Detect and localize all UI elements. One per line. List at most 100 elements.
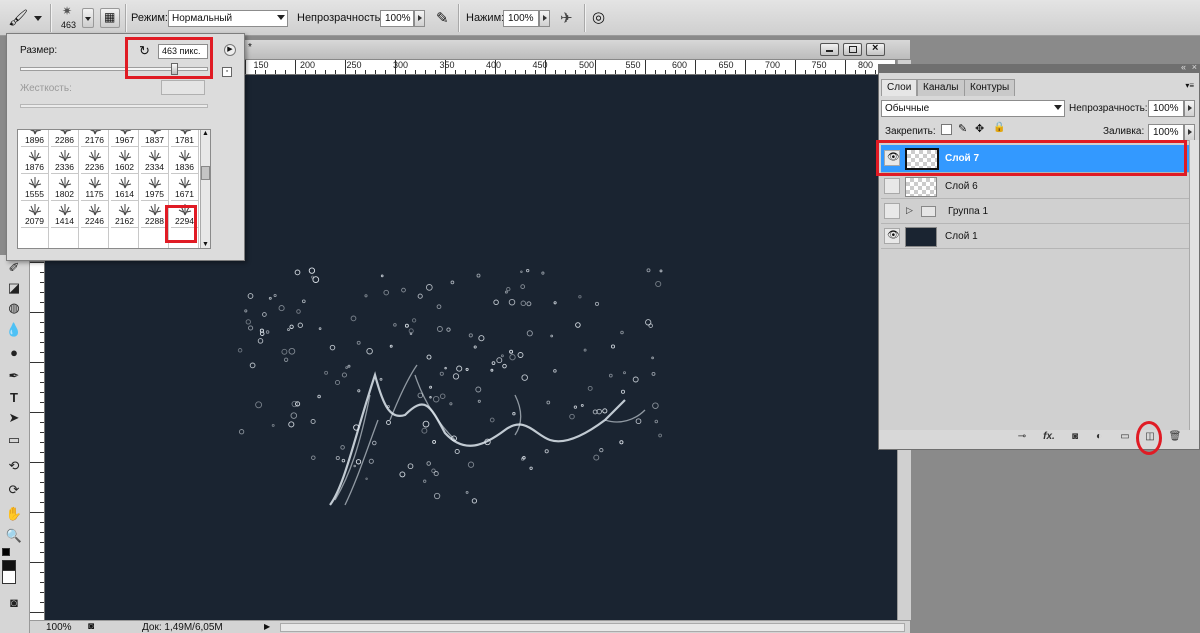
3d-orbit-icon[interactable]: ⟳ [5, 481, 23, 499]
brush-preset-1602[interactable]: 1602 [111, 147, 139, 174]
brush-preset-1967[interactable]: 1967 [111, 130, 139, 147]
maximize-button[interactable] [843, 43, 862, 56]
brush-preset-1876[interactable]: 1876 [21, 147, 49, 174]
brush-preset-partial[interactable] [21, 228, 49, 248]
type-tool-icon[interactable]: T [5, 388, 23, 406]
visibility-eye-icon[interactable]: 👁 [884, 228, 900, 244]
brush-preset-1802[interactable]: 1802 [51, 174, 79, 201]
lock-position-icon[interactable]: ✥ [975, 122, 984, 135]
brush-preset-1555[interactable]: 1555 [21, 174, 49, 201]
lock-pixels-icon[interactable]: ✎ [958, 122, 967, 135]
tablet-size-icon[interactable]: ◎ [592, 8, 612, 28]
visibility-eye-icon[interactable] [884, 203, 900, 219]
close-button[interactable]: × [866, 42, 885, 56]
opacity-slider-button[interactable] [414, 10, 425, 27]
minimize-button[interactable] [820, 43, 839, 56]
adjustment-layer-icon[interactable]: ◐ [1091, 431, 1107, 445]
layer-opacity-slider-button[interactable] [1184, 100, 1195, 117]
visibility-eye-icon[interactable] [884, 178, 900, 194]
panel-menu-icon[interactable]: ▾≡ [1185, 81, 1194, 90]
brush-panel-toggle-button[interactable]: ▦ [100, 8, 120, 28]
layer-name[interactable]: Слой 1 [945, 231, 978, 242]
layer-blend-mode-select[interactable]: Обычные [881, 100, 1065, 117]
brush-preset-1175[interactable]: 1175 [81, 174, 109, 201]
layers-scrollbar[interactable] [1189, 140, 1199, 430]
brush-tool-preset-picker[interactable]: 🖌 [8, 0, 46, 36]
lock-transparency-icon[interactable] [941, 124, 952, 135]
splash-droplet [599, 447, 604, 453]
status-arrow-icon[interactable]: ▶ [264, 622, 270, 631]
hand-tool-icon[interactable]: ✋ [5, 505, 23, 523]
zoom-tool-icon[interactable]: 🔍 [5, 527, 23, 545]
expand-group-icon[interactable]: ▷ [906, 205, 913, 216]
tab-channels[interactable]: Каналы [917, 79, 965, 96]
3d-rotate-icon[interactable]: ⟲ [5, 457, 23, 475]
flow-input[interactable]: 100% [503, 10, 539, 27]
tab-layers[interactable]: Слои [881, 79, 918, 96]
layer-name[interactable]: Слой 6 [945, 181, 978, 192]
scroll-up-icon[interactable]: ▲ [202, 130, 209, 137]
scroll-down-icon[interactable]: ▼ [202, 241, 209, 248]
flow-slider-button[interactable] [539, 10, 550, 27]
collapse-icon[interactable]: « [1181, 62, 1186, 72]
add-mask-icon[interactable]: ◙ [1067, 431, 1083, 445]
horizontal-scrollbar[interactable] [280, 623, 905, 632]
rectangle-tool-icon[interactable]: ▭ [5, 431, 23, 449]
fill-slider-button[interactable] [1184, 124, 1195, 141]
brush-preset-1896[interactable]: 1896 [21, 130, 49, 147]
save-preset-icon[interactable]: ▫ [222, 67, 232, 77]
brush-preset-2236[interactable]: 2236 [81, 147, 109, 174]
new-group-icon[interactable]: ▭ [1117, 431, 1133, 445]
popup-menu-icon[interactable]: ▶ [224, 44, 236, 56]
brush-size-preview[interactable]: ✷ 463 [58, 2, 80, 34]
layer-row-layer6[interactable]: Слой 6 [881, 175, 1189, 199]
lock-all-icon[interactable]: 🔒 [993, 122, 1005, 133]
preset-grid-scrollbar[interactable]: ▲ ▼ [200, 130, 210, 248]
layer-style-icon[interactable]: fx. [1041, 431, 1057, 445]
brush-tool-icon[interactable]: ✐ [5, 259, 23, 277]
layer-row-layer1[interactable]: 👁 Слой 1 [881, 225, 1189, 249]
brush-preset-2176[interactable]: 2176 [81, 130, 109, 147]
quick-mask-icon[interactable]: ◙ [5, 593, 23, 611]
blur-tool-icon[interactable]: 💧 [5, 321, 23, 339]
default-colors-icon[interactable] [2, 548, 10, 556]
brush-preset-2162[interactable]: 2162 [111, 201, 139, 228]
brush-preset-2336[interactable]: 2336 [51, 147, 79, 174]
opacity-input[interactable]: 100% [380, 10, 414, 27]
airbrush-icon[interactable]: ✈ [560, 9, 578, 27]
status-menu-icon[interactable]: ◙ [88, 621, 94, 632]
eraser-tool-icon[interactable]: ◪ [5, 279, 23, 297]
tab-paths[interactable]: Контуры [964, 79, 1016, 96]
layer-row-group1[interactable]: ▷ Группа 1 [881, 200, 1189, 224]
brush-preset-2286[interactable]: 2286 [51, 130, 79, 147]
blend-mode-select[interactable]: Нормальный [168, 10, 288, 27]
brush-preset-partial[interactable] [51, 228, 79, 248]
background-color-swatch[interactable] [2, 570, 16, 584]
brush-preset-partial[interactable] [81, 228, 109, 248]
brush-preset-2079[interactable]: 2079 [21, 201, 49, 228]
brush-picker-dropdown-button[interactable] [82, 8, 94, 28]
paint-bucket-icon[interactable]: ◍ [5, 299, 23, 317]
brush-preset-1781[interactable]: 1781 [171, 130, 199, 147]
brush-preset-1614[interactable]: 1614 [111, 174, 139, 201]
brush-preset-1671[interactable]: 1671 [171, 174, 199, 201]
zoom-level[interactable]: 100% [46, 622, 72, 633]
path-selection-icon[interactable]: ➤ [5, 409, 23, 427]
layer-opacity-input[interactable]: 100% [1148, 100, 1184, 117]
brush-preset-1975[interactable]: 1975 [141, 174, 169, 201]
pen-tool-icon[interactable]: ✒ [5, 367, 23, 385]
tablet-opacity-icon[interactable]: ✎ [436, 9, 454, 27]
brush-preset-1836[interactable]: 1836 [171, 147, 199, 174]
fill-input[interactable]: 100% [1148, 124, 1184, 141]
layer-name[interactable]: Группа 1 [948, 206, 988, 217]
dodge-tool-icon[interactable]: ● [5, 343, 23, 361]
brush-preset-2246[interactable]: 2246 [81, 201, 109, 228]
brush-preset-1414[interactable]: 1414 [51, 201, 79, 228]
scroll-thumb[interactable] [201, 166, 210, 180]
close-panel-icon[interactable]: × [1192, 62, 1197, 72]
brush-preset-1837[interactable]: 1837 [141, 130, 169, 147]
link-layers-icon[interactable]: ⊸ [1014, 431, 1030, 445]
brush-preset-2334[interactable]: 2334 [141, 147, 169, 174]
brush-preset-partial[interactable] [111, 228, 139, 248]
delete-layer-icon[interactable]: 🗑 [1167, 431, 1183, 445]
